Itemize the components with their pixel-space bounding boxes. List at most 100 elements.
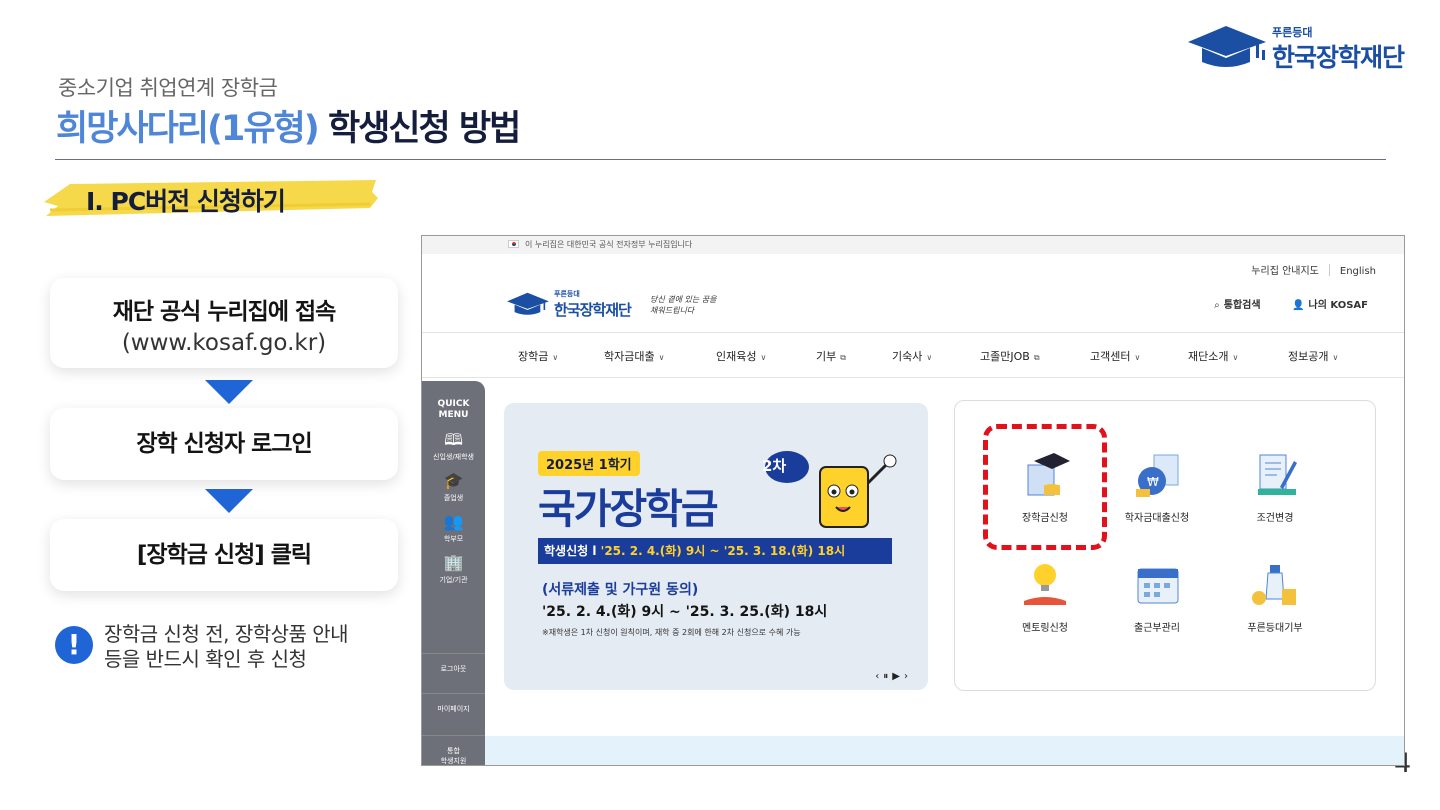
my-kosaf-link[interactable]: 👤 나의 KOSAF <box>1292 300 1368 311</box>
nav-item-customer[interactable]: 고객센터 ∨ <box>1090 348 1140 364</box>
menu-mentoring-apply[interactable]: 멘토링신청 <box>995 559 1095 634</box>
people-icon: 👥 <box>443 512 464 531</box>
util-separator <box>1328 264 1330 276</box>
money-bag-icon: ₩ <box>1132 449 1182 499</box>
mypage-button[interactable]: 마이페이지 <box>422 693 485 723</box>
step-1-label: 재단 공식 누리집에 접속 <box>112 299 337 325</box>
my-kosaf-label: 나의 KOSAF <box>1308 300 1368 311</box>
util-link-english[interactable]: English <box>1340 266 1376 277</box>
section-tag: Ⅰ. PC버전 신청하기 <box>40 178 380 218</box>
quick-item-companies[interactable]: 🏢 기업/기관 <box>422 554 485 585</box>
banner-title: 국가장학금 <box>538 485 719 533</box>
title-highlight: 희망사다리(1유형) <box>56 109 320 149</box>
step-3-label: [장학금 신청] 클릭 <box>136 542 312 568</box>
chevron-down-icon: ∨ <box>760 353 767 362</box>
nav-item-about[interactable]: 재단소개 ∨ <box>1188 348 1238 364</box>
page-title: 희망사다리(1유형) 학생신청 방법 <box>56 100 521 151</box>
menu-attendance[interactable]: 출근부관리 <box>1107 559 1207 634</box>
nav-item-loan[interactable]: 학자금대출 ∨ <box>604 348 664 364</box>
down-arrow-icon <box>205 380 253 404</box>
graduation-cap-icon <box>507 292 549 315</box>
utility-links: 누리집 안내지도 English <box>1241 262 1376 277</box>
section-label: Ⅰ. PC버전 신청하기 <box>86 187 286 216</box>
notice-text: 장학금 신청 전, 장학상품 안내 등을 반드시 확인 후 신청 <box>104 622 349 672</box>
site-logo[interactable]: 푸른등대 한국장학재단 당신 곁에 있는 꿈을 채워드립니다 <box>506 290 736 320</box>
down-arrow-icon <box>205 489 253 513</box>
main-nav: 장학금 ∨ 학자금대출 ∨ 인재육성 ∨ 기부 ⧉ 기숙사 ∨ 고졸만JOB ⧉ 고객센터 ∨… <box>422 332 1404 378</box>
banner-period: 학생신청 l '25. 2. 4.(화) 9시 ~ '25. 3. 18.(화)… <box>538 538 892 564</box>
student-support-button[interactable]: 통합 학생지원 <box>422 735 485 765</box>
chevron-down-icon: ∨ <box>1332 353 1339 362</box>
logout-button[interactable]: 로그아웃 <box>422 653 485 683</box>
calendar-icon <box>1132 559 1182 609</box>
menu-condition-change[interactable]: 조건변경 <box>1225 449 1325 524</box>
pause-icon: ⏸ <box>883 671 893 682</box>
gov-banner: 이 누리집은 대한민국 공식 전자정부 누리집입니다 <box>422 236 1404 254</box>
chevron-down-icon: ∨ <box>1134 353 1141 362</box>
banner-controls[interactable]: ‹⏸▶› <box>875 671 912 682</box>
scholarship-apply-icon <box>1020 449 1070 499</box>
menu-loan-apply[interactable]: ₩ 학자금대출신청 <box>1107 449 1207 524</box>
nav-item-job[interactable]: 고졸만JOB ⧉ <box>980 348 1040 364</box>
book-icon: 🕮 <box>444 430 463 449</box>
header-tools: ⌕ 통합검색 👤 나의 KOSAF <box>1186 296 1368 311</box>
search-icon: ⌕ <box>1214 300 1220 311</box>
step-1-card: 재단 공식 누리집에 접속 (www.kosaf.go.kr) <box>50 278 398 368</box>
menu-donation[interactable]: 푸른등대기부 <box>1225 559 1325 634</box>
util-link-sitemap[interactable]: 누리집 안내지도 <box>1251 266 1319 277</box>
site-logo-name: 한국장학재단 <box>554 301 632 319</box>
step-2-label: 장학 신청자 로그인 <box>136 431 312 457</box>
chevron-down-icon: ∨ <box>552 353 559 362</box>
main-banner[interactable]: 2025년 1학기 국가장학금 2차 학생신청 l '25. 2. 4.(화) … <box>504 403 928 690</box>
bottom-banner-strip <box>485 736 1404 765</box>
notice-line-2: 등을 반드시 확인 후 신청 <box>104 647 307 671</box>
building-icon: 🏢 <box>443 553 464 572</box>
step-1-url: (www.kosaf.go.kr) <box>121 330 327 356</box>
nav-item-talent[interactable]: 인재육성 ∨ <box>716 348 766 364</box>
banner-doc-period: '25. 2. 4.(화) 9시 ~ '25. 3. 25.(화) 18시 <box>542 604 828 620</box>
quick-item-students[interactable]: 🕮 신입생/재학생 <box>422 431 485 462</box>
gov-notice: 이 누리집은 대한민국 공식 전자정부 누리집입니다 <box>525 240 693 249</box>
external-link-icon: ⧉ <box>1033 353 1040 362</box>
nav-item-donation[interactable]: 기부 ⧉ <box>816 348 846 364</box>
chevron-down-icon: ∨ <box>658 353 665 362</box>
search-label: 통합검색 <box>1223 300 1261 311</box>
kosaf-logo: 푸른등대 한국장학재단 <box>1186 22 1416 72</box>
graduation-cap-icon: 🎓 <box>443 471 464 490</box>
step-2-card: 장학 신청자 로그인 <box>50 408 398 480</box>
quick-item-parents[interactable]: 👥 학부모 <box>422 513 485 544</box>
notice-line-1: 장학금 신청 전, 장학상품 안내 <box>104 622 349 646</box>
next-icon: › <box>904 671 912 682</box>
banner-round: 2차 <box>762 457 787 475</box>
quick-service-menu: 장학금신청 ₩ 학자금대출신청 조건변경 멘토링신청 출근부관리 푸른등대기부 <box>954 400 1376 691</box>
document-edit-icon <box>1250 449 1300 499</box>
site-slogan: 당신 곁에 있는 꿈을 채워드립니다 <box>650 295 717 315</box>
quick-item-graduates[interactable]: 🎓 졸업생 <box>422 472 485 503</box>
flag-icon <box>508 240 519 248</box>
banner-badge: 2025년 1학기 <box>538 451 640 476</box>
nav-item-scholarship[interactable]: 장학금 ∨ <box>518 348 558 364</box>
search-link[interactable]: ⌕ 통합검색 <box>1214 300 1260 311</box>
play-icon: ▶ <box>892 671 904 682</box>
exclamation-icon: ! <box>55 626 93 664</box>
step-3-card: [장학금 신청] 클릭 <box>50 519 398 591</box>
menu-scholarship-apply[interactable]: 장학금신청 <box>995 449 1095 524</box>
header-divider <box>55 159 1386 160</box>
nav-item-dormitory[interactable]: 기숙사 ∨ <box>892 348 932 364</box>
banner-note: ※재학생은 1차 신청이 원칙이며, 재학 중 2회에 한해 2차 신청으로 수… <box>542 628 801 637</box>
svg-text:₩: ₩ <box>1147 475 1159 489</box>
user-icon: 👤 <box>1292 300 1305 311</box>
lightbulb-icon <box>1020 559 1070 609</box>
quick-menu-title: QUICK MENU <box>437 399 470 420</box>
page-subtitle: 중소기업 취업연계 장학금 <box>58 76 278 100</box>
external-link-icon: ⧉ <box>840 353 846 362</box>
chevron-down-icon: ∨ <box>926 353 933 362</box>
lighthouse-icon <box>1250 559 1300 609</box>
website-screenshot: 이 누리집은 대한민국 공식 전자정부 누리집입니다 누리집 안내지도 Engli… <box>421 235 1405 766</box>
banner-doc-title: (서류제출 및 가구원 동의) <box>542 582 699 598</box>
quick-menu: QUICK MENU 🕮 신입생/재학생 🎓 졸업생 👥 학부모 🏢 기업/기관 로그아웃… <box>422 381 485 765</box>
graduation-cap-icon <box>1188 26 1266 67</box>
site-logo-sub: 푸른등대 <box>554 290 580 298</box>
logo-name: 한국장학재단 <box>1272 43 1405 72</box>
nav-item-disclosure[interactable]: 정보공개 ∨ <box>1288 348 1338 364</box>
